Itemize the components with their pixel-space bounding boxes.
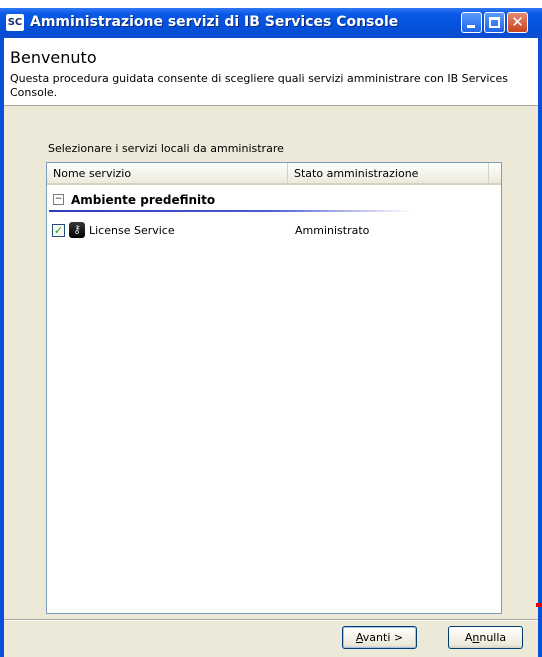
footer-divider: [4, 619, 538, 621]
wizard-header: Benvenuto Questa procedura guidata conse…: [4, 38, 538, 106]
list-item[interactable]: ✓ ⚷ License Service Amministrato: [47, 221, 501, 241]
maximize-button[interactable]: [484, 12, 505, 33]
next-button[interactable]: Avanti >: [342, 626, 417, 649]
column-header-label: Stato amministrazione: [294, 167, 419, 180]
minimize-button[interactable]: [461, 12, 482, 33]
title-bar[interactable]: SC Amministrazione servizi di IB Service…: [0, 8, 542, 38]
cancel-button[interactable]: Annulla: [448, 626, 523, 649]
minimize-icon: [467, 25, 475, 28]
maximize-icon: [489, 17, 500, 28]
service-state: Amministrato: [295, 224, 370, 237]
list-header: Nome servizio Stato amministrazione: [47, 163, 501, 185]
group-separator: [49, 210, 413, 212]
cancel-label: nulla: [479, 631, 507, 644]
app-icon: SC: [6, 14, 24, 31]
close-button[interactable]: ✕: [507, 12, 528, 33]
page-title: Benvenuto: [10, 48, 97, 67]
collapse-icon[interactable]: −: [53, 194, 64, 205]
wizard-window: SC Amministrazione servizi di IB Service…: [0, 8, 542, 657]
services-list[interactable]: Nome servizio Stato amministrazione − Am…: [46, 162, 502, 614]
column-header-label: Nome servizio: [53, 167, 132, 180]
close-icon: ✕: [511, 13, 524, 31]
services-label: Selezionare i servizi locali da amminist…: [48, 142, 284, 155]
next-label: vanti >: [362, 631, 404, 644]
mnemonic: A: [355, 631, 363, 644]
dialog-client-area: Benvenuto Questa procedura guidata conse…: [4, 38, 538, 657]
column-header-service-name[interactable]: Nome servizio: [47, 163, 288, 183]
page-description: Questa procedura guidata consente di sce…: [10, 72, 509, 99]
window-title: Amministrazione servizi di IB Services C…: [30, 14, 399, 30]
key-icon: ⚷: [69, 222, 85, 238]
service-checkbox[interactable]: ✓: [52, 224, 65, 237]
group-row[interactable]: − Ambiente predefinito: [47, 189, 501, 215]
column-header-admin-state[interactable]: Stato amministrazione: [288, 163, 489, 183]
group-label: Ambiente predefinito: [71, 193, 216, 207]
service-name: License Service: [89, 224, 175, 237]
red-marker: [536, 603, 542, 607]
